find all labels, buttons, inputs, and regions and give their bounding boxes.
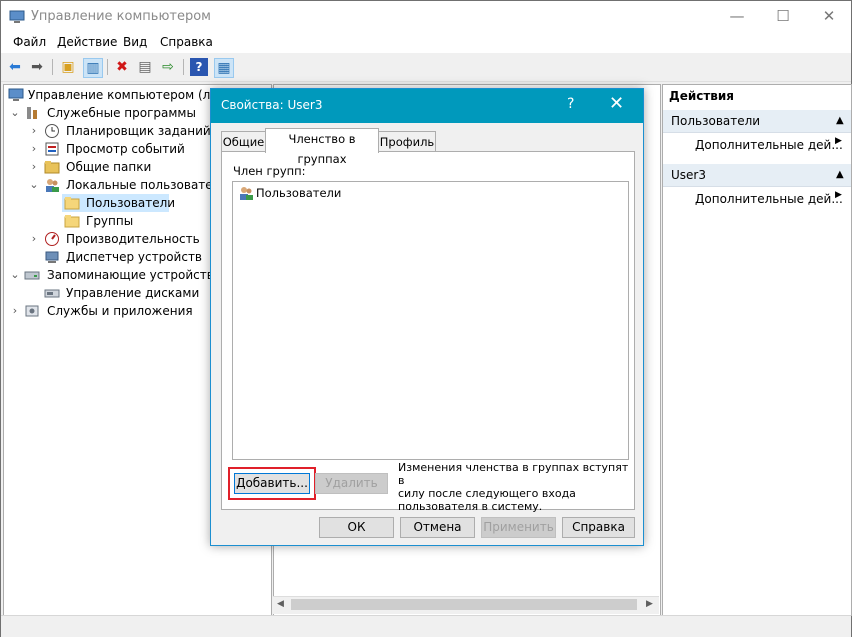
tree-label: Служебные программы	[47, 106, 196, 120]
services-icon	[25, 305, 39, 317]
back-arrow-icon[interactable]: ⬅	[6, 58, 24, 76]
tab-member-of[interactable]: Членство в группах	[265, 128, 379, 166]
dialog-close-button[interactable]: ✕	[609, 93, 624, 114]
remove-button[interactable]: Удалить	[315, 473, 388, 494]
toolbar-separator	[107, 59, 108, 75]
submenu-arrow-icon: ▶	[835, 136, 842, 146]
close-button[interactable]: ✕	[806, 1, 852, 32]
shared-folder-icon	[44, 161, 60, 174]
menu-file[interactable]: Файл	[13, 35, 46, 49]
storage-icon	[24, 271, 40, 280]
group-name: Пользователи	[256, 186, 342, 200]
export-list-icon[interactable]: ⇨	[159, 58, 177, 76]
chevron-right-icon[interactable]: ›	[9, 302, 21, 320]
chevron-down-icon[interactable]: ⌄	[9, 104, 21, 122]
scroll-right-icon[interactable]: ▶	[646, 599, 653, 609]
event-viewer-icon	[45, 142, 59, 156]
tools-icon	[27, 107, 37, 119]
title-bar: Управление компьютером — ☐ ✕	[1, 1, 851, 32]
dialog-help-action-button[interactable]: Справка	[562, 517, 635, 538]
computer-management-icon	[8, 88, 24, 101]
tree-label: Службы и приложения	[47, 304, 193, 318]
cancel-button[interactable]: Отмена	[400, 517, 475, 538]
groups-list[interactable]: Пользователи	[232, 181, 629, 460]
chevron-right-icon[interactable]: ›	[28, 140, 40, 158]
chevron-right-icon[interactable]: ›	[28, 122, 40, 140]
menu-action[interactable]: Действие	[57, 35, 117, 49]
folder-icon	[64, 215, 80, 228]
actions-pane: Действия Пользователи ▲ Дополнительные д…	[662, 84, 852, 616]
properties-icon[interactable]: ▤	[136, 58, 154, 76]
forward-arrow-icon[interactable]: ➡	[28, 58, 46, 76]
member-of-label: Член групп:	[233, 164, 306, 178]
disk-icon	[44, 289, 60, 298]
tree-label: Локальные пользователи	[66, 178, 229, 192]
folder-icon	[64, 197, 80, 210]
scroll-left-icon[interactable]: ◀	[277, 599, 284, 609]
tree-label: Управление компьютером (локал	[28, 88, 240, 102]
show-hide-tree-icon[interactable]: ▥	[83, 58, 103, 78]
users-group-icon	[240, 187, 253, 200]
users-group-icon	[46, 179, 59, 192]
delete-icon[interactable]: ✖	[113, 58, 131, 76]
window-title: Управление компьютером	[31, 9, 211, 24]
note-line: Изменения членства в группах вступят в	[398, 461, 629, 487]
collapse-up-icon[interactable]: ▲	[836, 110, 844, 132]
dialog-title-bar: Свойства: User3 ? ✕	[211, 89, 643, 123]
actions-section-user3[interactable]: User3 ▲	[663, 164, 851, 187]
menu-view[interactable]: Вид	[123, 35, 147, 49]
actions-more-users[interactable]: Дополнительные дей...	[695, 136, 843, 154]
chevron-down-icon[interactable]: ⌄	[28, 176, 40, 194]
minimize-button[interactable]: —	[714, 1, 760, 32]
tree-label: Диспетчер устройств	[66, 250, 203, 264]
apply-button[interactable]: Применить	[481, 517, 556, 538]
chevron-right-icon[interactable]: ›	[28, 230, 40, 248]
chevron-right-icon[interactable]: ›	[28, 158, 40, 176]
dialog-help-button[interactable]: ?	[567, 96, 574, 112]
device-manager-icon	[45, 251, 59, 263]
tree-label: Управление дисками	[66, 286, 200, 300]
section-label: Пользователи	[671, 114, 761, 128]
tab-general[interactable]: Общие	[221, 131, 266, 152]
toolbar: ⬅ ➡ ▣ ▥ ✖ ▤ ⇨ ? ▦	[1, 53, 851, 82]
properties-dialog: Свойства: User3 ? ✕ Общие Членство в гру…	[210, 88, 644, 546]
actions-header: Действия	[669, 89, 735, 103]
menu-help[interactable]: Справка	[160, 35, 213, 49]
scrollbar-thumb[interactable]	[291, 599, 637, 610]
submenu-arrow-icon: ▶	[835, 190, 842, 200]
performance-icon	[45, 232, 59, 246]
menu-bar: Файл Действие Вид Справка	[1, 32, 851, 53]
add-button[interactable]: Добавить...	[234, 473, 310, 494]
tree-label: Просмотр событий	[66, 142, 185, 156]
dialog-title: Свойства: User3	[221, 98, 323, 112]
tree-label: Общие папки	[66, 160, 152, 174]
actions-more-user3[interactable]: Дополнительные дей...	[695, 190, 843, 208]
toolbar-separator	[183, 59, 184, 75]
clock-icon	[45, 124, 59, 138]
maximize-button[interactable]: ☐	[760, 1, 806, 32]
status-bar	[1, 615, 851, 637]
computer-management-icon	[9, 10, 25, 23]
toolbar-separator	[52, 59, 53, 75]
tree-label: Запоминающие устройства	[47, 268, 222, 282]
chevron-down-icon[interactable]: ⌄	[9, 266, 21, 284]
tab-profile[interactable]: Профиль	[378, 131, 436, 152]
note-line: силу после следующего входа	[398, 487, 576, 500]
membership-note: Изменения членства в группах вступят в с…	[398, 461, 630, 513]
up-folder-icon[interactable]: ▣	[59, 58, 77, 76]
tree-item-users[interactable]: Пользователи	[62, 194, 175, 212]
note-line: пользователя в систему.	[398, 500, 543, 513]
actions-section-users[interactable]: Пользователи ▲	[663, 110, 851, 133]
section-label: User3	[671, 168, 706, 182]
show-action-pane-icon[interactable]: ▦	[214, 58, 234, 78]
tree-label: Планировщик заданий	[66, 124, 211, 138]
list-item[interactable]: Пользователи	[236, 184, 436, 202]
tree-label: Производительность	[66, 232, 200, 246]
tree-label: Группы	[86, 214, 134, 228]
tree-label: Пользователи	[86, 196, 176, 210]
collapse-up-icon[interactable]: ▲	[836, 164, 844, 186]
help-icon[interactable]: ?	[190, 58, 208, 76]
ok-button[interactable]: ОК	[319, 517, 394, 538]
